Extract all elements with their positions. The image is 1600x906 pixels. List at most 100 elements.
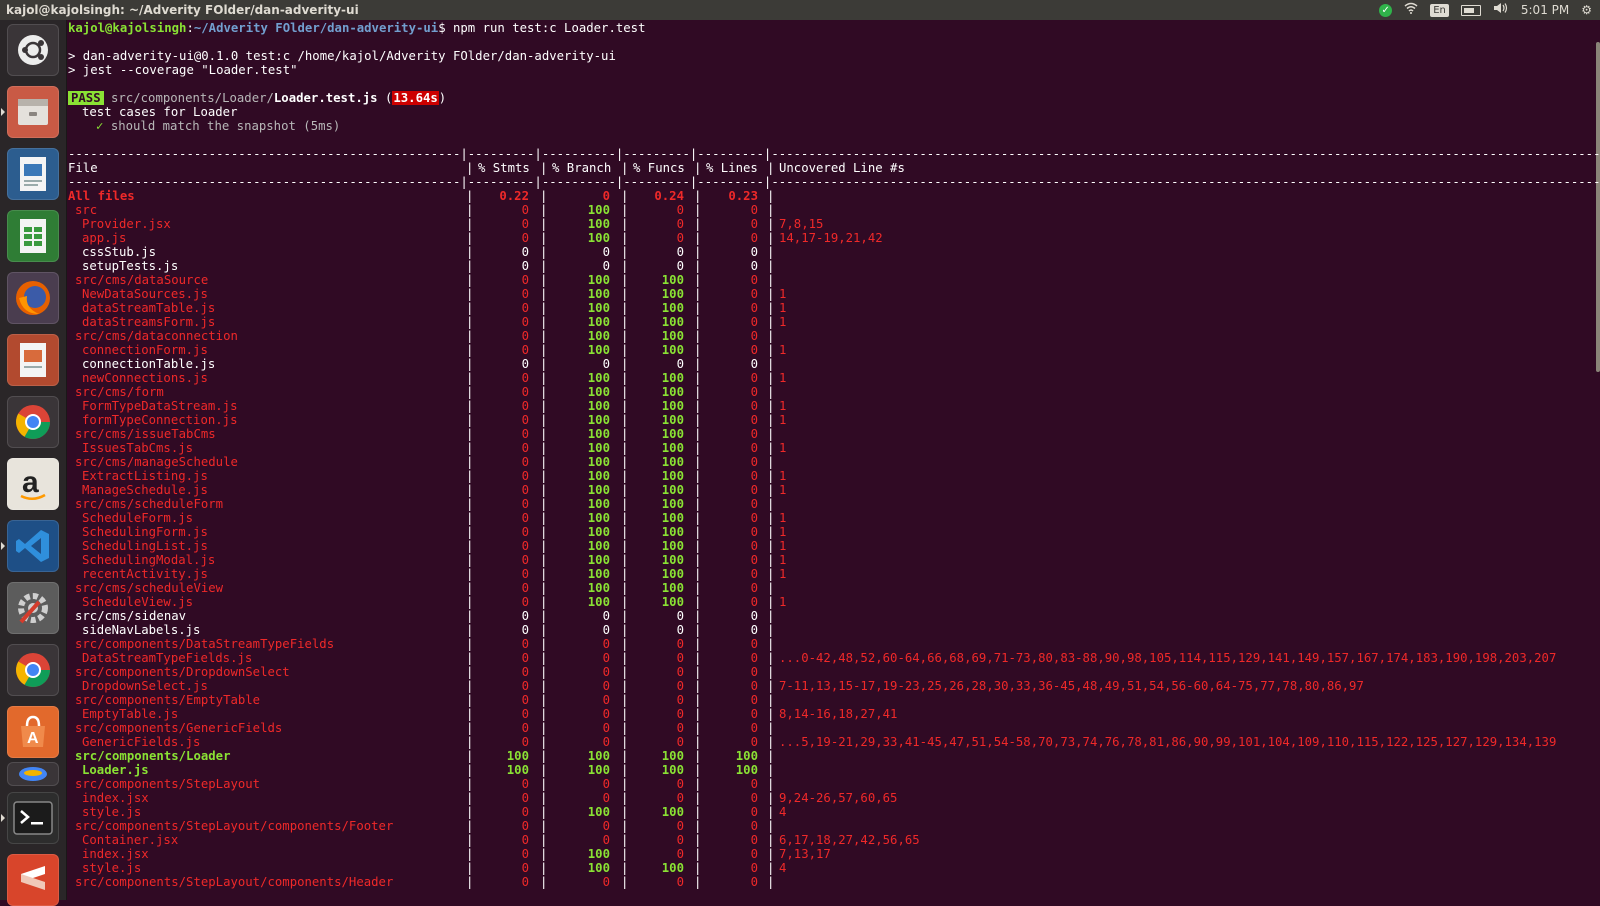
coverage-row: IssuesTabCms.js | | | | | 0 100 100 0 1 xyxy=(66,441,1600,455)
table-column-divider: | xyxy=(621,287,629,301)
amazon-icon[interactable]: a xyxy=(7,458,59,510)
coverage-file: src/cms/form xyxy=(75,385,164,399)
keyboard-layout-indicator[interactable]: En xyxy=(1430,3,1449,17)
coverage-row: Container.jsx | | | | | 0 0 0 0 6,17,18,27,42,56,6… xyxy=(66,833,1600,847)
volume-icon[interactable] xyxy=(1493,0,1509,20)
coverage-funcs: 0 xyxy=(676,735,684,749)
coverage-branch: 100 xyxy=(587,273,610,287)
table-column-divider: | xyxy=(540,805,548,819)
coverage-lines: 0 xyxy=(750,679,758,693)
table-column-divider: | xyxy=(767,567,775,581)
table-column-divider: | xyxy=(621,707,629,721)
coverage-funcs: 100 xyxy=(661,861,684,875)
coverage-branch: 100 xyxy=(587,413,610,427)
coverage-funcs: 100 xyxy=(661,581,684,595)
coverage-branch: 100 xyxy=(587,567,610,581)
coverage-lines: 0 xyxy=(750,623,758,637)
gear-icon[interactable]: ⚙ xyxy=(1581,0,1592,20)
prompt-command: $ npm run test:c Loader.test xyxy=(438,21,646,35)
coverage-file: src/cms/issueTabCms xyxy=(75,427,216,441)
coverage-funcs: 0 xyxy=(676,833,684,847)
coverage-uncovered: 6,17,18,27,42,56,65 xyxy=(779,833,920,847)
impress-icon[interactable] xyxy=(7,334,59,386)
coverage-uncovered: 7-11,13,15-17,19-23,25,26,28,30,33,36-45… xyxy=(779,679,1364,693)
coverage-branch: 0 xyxy=(602,721,610,735)
table-column-divider: | xyxy=(767,217,775,231)
software-center-icon[interactable]: A xyxy=(7,706,59,758)
coverage-file: recentActivity.js xyxy=(82,567,208,581)
table-column-divider: | xyxy=(621,357,629,371)
table-column-divider: | xyxy=(540,203,548,217)
coverage-branch: 0 xyxy=(602,833,610,847)
table-column-divider: | xyxy=(694,329,702,343)
drive-icon[interactable] xyxy=(7,762,59,786)
coverage-lines: 0 xyxy=(750,441,758,455)
table-column-divider: | xyxy=(466,525,474,539)
chrome-icon[interactable] xyxy=(7,396,59,448)
table-column-divider: | xyxy=(466,385,474,399)
table-column-divider: | xyxy=(694,637,702,651)
system-settings-icon[interactable] xyxy=(7,582,59,634)
coverage-funcs: 0 xyxy=(676,231,684,245)
svg-text:a: a xyxy=(22,466,39,499)
coverage-branch: 100 xyxy=(587,427,610,441)
table-column-divider: | xyxy=(767,483,775,497)
coverage-branch: 0 xyxy=(602,623,610,637)
coverage-uncovered: ...5,19-21,29,33,41-45,47,51,54-58,70,73… xyxy=(779,735,1557,749)
calc-icon[interactable] xyxy=(7,210,59,262)
firefox-icon[interactable] xyxy=(7,272,59,324)
coverage-file: NewDataSources.js xyxy=(82,287,208,301)
writer-icon[interactable] xyxy=(7,148,59,200)
table-column-divider: | xyxy=(694,707,702,721)
coverage-lines: 0 xyxy=(750,707,758,721)
table-column-divider: | xyxy=(466,567,474,581)
coverage-funcs: 100 xyxy=(661,301,684,315)
coverage-funcs: 0 xyxy=(676,609,684,623)
ubuntu-dash-icon[interactable] xyxy=(7,24,59,76)
table-column-divider: | xyxy=(466,609,474,623)
table-column-divider: | xyxy=(694,399,702,413)
table-column-divider: | xyxy=(466,651,474,665)
table-column-divider: | xyxy=(540,665,548,679)
chrome-alt-icon[interactable] xyxy=(7,644,59,696)
table-column-divider: | xyxy=(466,301,474,315)
table-column-divider: | xyxy=(621,259,629,273)
table-column-divider: | xyxy=(694,679,702,693)
coverage-lines: 0 xyxy=(750,693,758,707)
coverage-row: ScheduleView.js | | | | | 0 100 100 0 1 xyxy=(66,595,1600,609)
coverage-lines: 0 xyxy=(750,301,758,315)
table-column-divider: | xyxy=(466,819,474,833)
coverage-funcs: 0 xyxy=(676,217,684,231)
terminal-window[interactable]: kajol@kajolsingh:~/Adverity FOlder/dan-a… xyxy=(66,20,1600,900)
coverage-file: src xyxy=(75,203,98,217)
coverage-stmts: 0 xyxy=(521,399,529,413)
table-column-divider: | xyxy=(694,749,702,763)
table-column-divider: | xyxy=(767,763,775,777)
coverage-stmts: 0 xyxy=(521,567,529,581)
coverage-branch: 0 xyxy=(602,679,610,693)
table-column-divider: | xyxy=(540,217,548,231)
coverage-uncovered: 1 xyxy=(779,343,787,357)
coverage-file: src/cms/scheduleForm xyxy=(75,497,224,511)
check-circle-icon[interactable]: ✓ xyxy=(1379,3,1393,17)
terminal-icon[interactable] xyxy=(7,792,59,844)
coverage-lines: 0 xyxy=(750,217,758,231)
coverage-file: style.js xyxy=(82,861,142,875)
battery-icon[interactable] xyxy=(1460,4,1481,16)
coverage-branch: 100 xyxy=(587,217,610,231)
table-column-divider: | xyxy=(621,343,629,357)
coverage-file: style.js xyxy=(82,805,142,819)
table-column-divider: | xyxy=(767,371,775,385)
coverage-funcs: 0 xyxy=(676,651,684,665)
clock[interactable]: 5:01 PM xyxy=(1521,0,1569,20)
table-column-divider: | xyxy=(767,329,775,343)
coverage-funcs: 0 xyxy=(676,721,684,735)
coverage-branch: 0 xyxy=(602,357,610,371)
coverage-stmts: 0 xyxy=(521,315,529,329)
files-icon[interactable] xyxy=(7,86,59,138)
header-branch: % Branch xyxy=(552,161,612,175)
sublime-icon[interactable] xyxy=(7,854,59,906)
vscode-icon[interactable] xyxy=(7,520,59,572)
coverage-uncovered: 4 xyxy=(779,805,787,819)
wifi-icon[interactable] xyxy=(1404,0,1418,20)
